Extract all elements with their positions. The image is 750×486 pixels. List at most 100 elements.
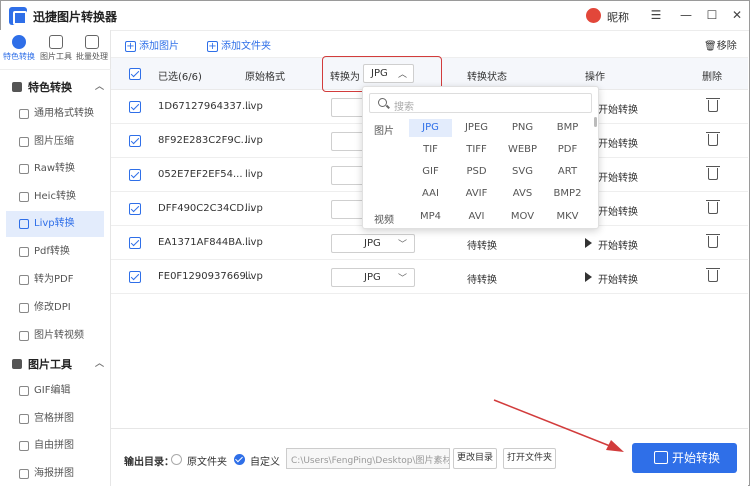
radio-custom[interactable] [234,454,245,465]
chevron-up-icon: ︿ [95,359,105,369]
orig-format: livp [245,101,263,112]
start-convert-link[interactable]: 开始转换 [598,135,638,150]
sidebar-item-free-collage[interactable]: 自由拼图 [6,433,104,459]
format-option[interactable]: SVG [501,163,544,181]
start-convert-button[interactable]: 开始转换 [632,443,737,473]
format-option[interactable]: AVS [501,185,544,203]
change-dir-button[interactable]: 更改目录 [453,448,497,469]
sidebar-item-to-video[interactable]: 图片转视频 [6,323,104,349]
trash-icon[interactable] [706,98,720,112]
sidebar-item-compress[interactable]: 图片压缩 [6,129,104,155]
file-name: FE0F1290937669... [158,271,256,282]
sidebar-item-to-pdf[interactable]: 转为PDF [6,267,104,293]
select-all-checkbox[interactable] [129,68,141,80]
file-name: 1D67127964337... [158,101,252,112]
format-option[interactable]: MP4 [409,208,452,226]
output-path-input[interactable]: C:\Users\FengPing\Desktop\图片素材 [286,448,450,469]
sidebar-item-raw[interactable]: Raw转换 [6,156,104,182]
row-checkbox[interactable] [129,271,141,283]
orig-format: livp [245,135,263,146]
format-option[interactable]: PSD [455,163,498,181]
file-name: DFF490C2C34CD... [158,203,254,214]
add-image-button[interactable]: + 添加图片 [125,37,179,52]
trash-icon[interactable] [706,200,720,214]
trash-icon[interactable] [706,166,720,180]
tab-batch[interactable]: 批量处理 [74,35,110,62]
sidebar-item-pdf[interactable]: Pdf转换 [6,239,104,265]
trash-icon[interactable] [706,268,720,282]
table-row[interactable]: FE0F1290937669... livp JPG ﹀ 待转换 开始转换 [111,260,748,294]
remove-button[interactable]: 🗑移除 [704,37,737,52]
format-option[interactable]: TIF [409,141,452,159]
format-option[interactable]: ART [546,163,589,181]
chevron-down-icon: ﹀ [398,240,408,250]
nickname-label[interactable]: 昵称 [607,9,629,25]
scrollbar[interactable] [594,117,597,127]
format-option[interactable]: AAI [409,185,452,203]
select-value: JPG [364,272,381,283]
trash-icon[interactable] [706,234,720,248]
start-convert-link[interactable]: 开始转换 [598,203,638,218]
format-option[interactable]: MKV [546,208,589,226]
format-option[interactable]: AVIF [455,185,498,203]
avatar[interactable] [586,8,601,23]
row-checkbox[interactable] [129,237,141,249]
start-convert-link[interactable]: 开始转换 [598,169,638,184]
row-checkbox[interactable] [129,101,141,113]
open-folder-button[interactable]: 打开文件夹 [503,448,556,469]
sidebar-item-label: Livp转换 [34,218,75,229]
format-select[interactable]: JPG ﹀ [331,234,415,253]
row-checkbox[interactable] [129,203,141,215]
maximize-icon[interactable]: ☐ [703,6,721,24]
format-option[interactable]: GIF [409,163,452,181]
convert-icon [654,451,668,464]
close-icon[interactable]: ✕ [728,6,746,24]
pdf-icon [19,247,29,257]
format-option[interactable]: BMP2 [546,185,589,203]
format-option[interactable]: PDF [546,141,589,159]
tab-image-tools[interactable]: 图片工具 [38,35,74,62]
format-option[interactable]: AVI [455,208,498,226]
to-pdf-icon [19,275,29,285]
sidebar-item-poster[interactable]: 海报拼图 [6,461,104,486]
format-search-input[interactable]: 搜索 [369,93,592,113]
section-header-special[interactable]: 特色转换 ︿ [12,79,104,95]
start-convert-link[interactable]: 开始转换 [598,271,638,286]
format-select[interactable]: JPG ﹀ [331,268,415,287]
add-folder-button[interactable]: + 添加文件夹 [207,37,271,52]
row-checkbox[interactable] [129,135,141,147]
format-option[interactable]: WEBP [501,141,544,159]
sidebar-item-heic[interactable]: Heic转换 [6,184,104,210]
sidebar-item-livp[interactable]: Livp转换 [6,211,104,237]
sidebar-item-gif[interactable]: GIF编辑 [6,378,104,404]
start-convert-link[interactable]: 开始转换 [598,101,638,116]
play-icon[interactable] [585,272,592,282]
format-option[interactable]: TIFF [455,141,498,159]
sidebar-item-label: 宫格拼图 [34,413,74,424]
header-action: 操作 [585,72,605,83]
sidebar-item-general[interactable]: 通用格式转换 [6,101,104,127]
play-icon[interactable] [585,238,592,248]
radio-source-folder[interactable] [171,454,182,465]
menu-icon[interactable]: ☰ [647,6,665,24]
grid-icon [19,414,29,424]
start-convert-link[interactable]: 开始转换 [598,237,638,252]
sidebar-item-dpi[interactable]: 修改DPI [6,295,104,321]
section-header-tools[interactable]: 图片工具 ︿ [12,356,104,372]
row-checkbox[interactable] [129,169,141,181]
tab-special-convert[interactable]: 特色转换 [1,35,37,62]
format-option[interactable]: BMP [546,119,589,137]
sidebar-item-label: 图片转视频 [34,330,84,341]
orig-format: livp [245,271,263,282]
radio-source-label[interactable]: 原文件夹 [187,453,227,468]
table-row[interactable]: EA1371AF844BA... livp JPG ﹀ 待转换 开始转换 [111,226,748,260]
minimize-icon[interactable]: — [677,6,695,24]
video-icon [19,331,29,341]
format-option[interactable]: MOV [501,208,544,226]
trash-icon[interactable] [706,132,720,146]
sidebar-item-grid[interactable]: 宫格拼图 [6,406,104,432]
radio-custom-label[interactable]: 自定义 [250,453,280,468]
format-option[interactable]: JPEG [455,119,498,137]
format-option[interactable]: PNG [501,119,544,137]
format-option[interactable]: JPG [409,119,452,137]
